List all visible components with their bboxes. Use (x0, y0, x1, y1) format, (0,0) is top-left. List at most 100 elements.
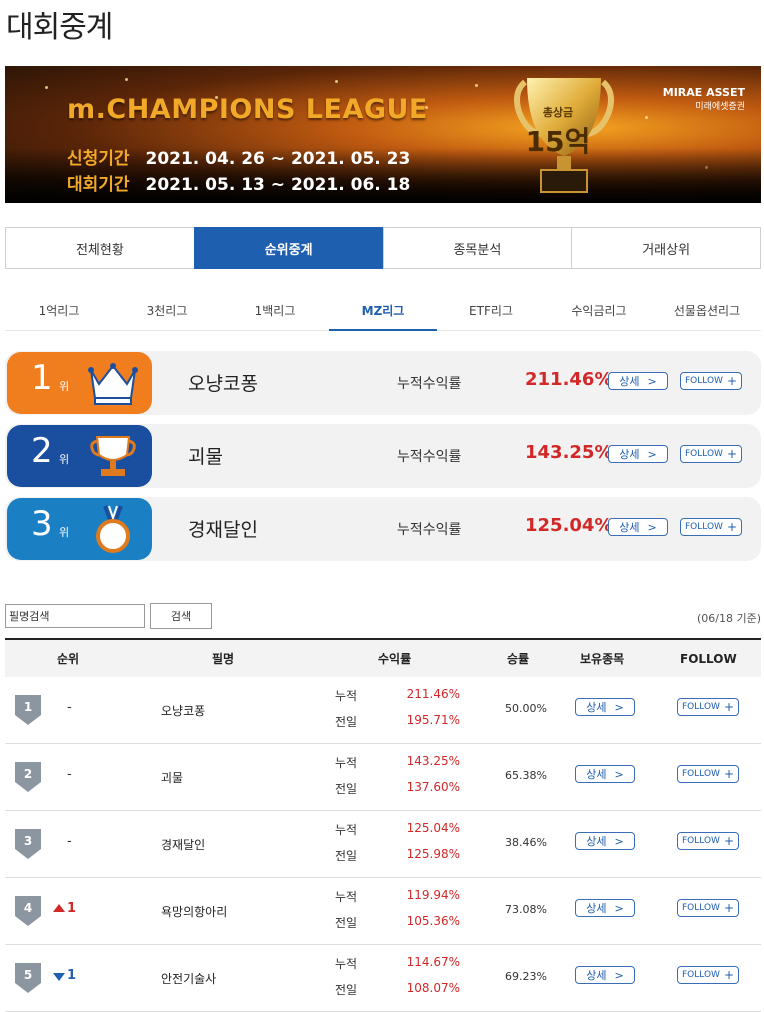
plus-icon: + (723, 834, 734, 848)
cumulative-label: 누적수익률 (397, 522, 462, 538)
apply-period: 2021. 04. 26 ~ 2021. 05. 23 (145, 149, 411, 169)
tab-league-mz[interactable]: MZ리그 (329, 290, 437, 331)
detail-button[interactable]: 상세 > (608, 445, 668, 463)
top-rank-card: 2 위 괴물 누적수익률 143.25% 상세 > FOLLOW + (5, 424, 761, 488)
cumulative-label: 누적수익률 (397, 376, 462, 392)
promo-banner[interactable]: m.CHAMPIONS LEAGUE 신청기간 2021. 04. 26 ~ 2… (5, 66, 761, 203)
banner-title: m.CHAMPIONS LEAGUE (67, 94, 428, 125)
nickname: 경재달인 (161, 838, 206, 852)
tab-league-100m[interactable]: 1억리그 (5, 290, 113, 330)
follow-button[interactable]: FOLLOW + (677, 966, 739, 984)
contest-period-row: 대회기간 2021. 05. 13 ~ 2021. 06. 18 (67, 170, 410, 195)
rank-change: 1 (53, 901, 76, 916)
win-rate: 38.46% (505, 836, 547, 849)
cumulative-return: 143.25% (406, 754, 460, 768)
tab-league-futures[interactable]: 선물옵션리그 (653, 290, 761, 330)
rank-change-value: - (67, 767, 72, 782)
rank-change: 1 (53, 968, 76, 983)
sparkle (475, 84, 478, 87)
tab-top-trades[interactable]: 거래상위 (571, 227, 761, 269)
prize-big: 15억 (525, 125, 591, 158)
cumulative-return: 119.94% (406, 888, 460, 902)
rank-number: 5 (24, 968, 32, 982)
cumulative-return: 114.67% (406, 955, 460, 969)
plus-icon: + (726, 374, 737, 388)
nickname-search-input[interactable] (5, 604, 145, 628)
arrow-down-icon (53, 972, 65, 981)
ranking-table: 순위 필명 수익률 승률 보유종목 FOLLOW 1- 오냥코퐁 누적 전일 211.4… (5, 638, 761, 1012)
follow-button[interactable]: FOLLOW + (680, 445, 742, 463)
apply-period-row: 신청기간 2021. 04. 26 ~ 2021. 05. 23 (67, 144, 410, 169)
detail-label: 상세 (586, 969, 607, 982)
previous-day-return: 125.98% (406, 847, 460, 861)
header-nickname: 필명 (212, 652, 235, 666)
rank-change-value: 1 (67, 901, 77, 916)
top-rank-card: 3 위 경재달인 누적수익률 125.04% 상세 > FOLLOW + (5, 497, 761, 561)
nickname: 안전기술사 (161, 972, 217, 986)
follow-button[interactable]: FOLLOW + (677, 698, 739, 716)
rank-badge-1: 1 위 (7, 352, 152, 414)
rank-number: 2 (31, 431, 53, 471)
follow-label: FOLLOW (681, 903, 720, 913)
holdings-detail-button[interactable]: 상세 > (575, 765, 635, 783)
cumulative-label: 누적수익률 (397, 449, 462, 465)
rank-number: 1 (24, 700, 32, 714)
top-nickname: 괴물 (188, 446, 223, 468)
tab-league-profit[interactable]: 수익금리그 (545, 290, 653, 330)
crown-icon (88, 363, 138, 405)
chevron-right-icon: > (647, 447, 657, 461)
plus-icon: + (726, 447, 737, 461)
chevron-right-icon: > (614, 968, 624, 982)
top-nickname: 경재달인 (188, 519, 258, 541)
tab-league-etf[interactable]: ETF리그 (437, 290, 545, 330)
nickname: 욕망의항아리 (161, 905, 228, 919)
holdings-detail-button[interactable]: 상세 > (575, 899, 635, 917)
sparkle (335, 80, 338, 83)
rank-badge-icon: 2 (15, 762, 41, 792)
win-rate: 65.38% (505, 769, 547, 782)
rank-suffix: 위 (59, 380, 70, 393)
detail-label: 상세 (619, 521, 640, 534)
tab-league-1m[interactable]: 1백리그 (221, 290, 329, 330)
tab-league-30m[interactable]: 3천리그 (113, 290, 221, 330)
rank-badge-icon: 4 (15, 896, 41, 926)
as-of-date: (06/18 기준) (696, 612, 761, 625)
detail-label: 상세 (619, 448, 640, 461)
rank-badge-icon: 3 (15, 829, 41, 859)
follow-button[interactable]: FOLLOW + (677, 899, 739, 917)
follow-button[interactable]: FOLLOW + (677, 765, 739, 783)
table-row: 5 1 안전기술사 누적 전일 114.67% 108.07% 69.23% 상세 > FOLLOW… (5, 945, 761, 1012)
plus-icon: + (723, 767, 734, 781)
cumulative-return: 211.46% (406, 687, 460, 701)
prize-small: 총상금 (542, 106, 574, 119)
rank-suffix: 위 (59, 526, 70, 539)
holdings-detail-button[interactable]: 상세 > (575, 832, 635, 850)
holdings-detail-button[interactable]: 상세 > (575, 966, 635, 984)
follow-button[interactable]: FOLLOW + (677, 832, 739, 850)
detail-button[interactable]: 상세 > (608, 372, 668, 390)
search-button[interactable]: 검색 (150, 603, 212, 629)
detail-button[interactable]: 상세 > (608, 518, 668, 536)
follow-label: FOLLOW (684, 522, 723, 532)
follow-button[interactable]: FOLLOW + (680, 372, 742, 390)
tab-stock-analysis[interactable]: 종목분석 (382, 227, 573, 269)
sparkle (45, 86, 48, 89)
arrow-up-icon (53, 903, 65, 912)
holdings-detail-button[interactable]: 상세 > (575, 698, 635, 716)
tab-ranking[interactable]: 순위중계 (193, 227, 384, 269)
table-row: 2- 괴물 누적 전일 143.25% 137.60% 65.38% 상세 > FOLLOW + (5, 744, 761, 811)
main-tabs: 전체현황 순위중계 종목분석 거래상위 (5, 227, 761, 269)
follow-label: FOLLOW (684, 449, 723, 459)
follow-label: FOLLOW (681, 769, 720, 779)
plus-icon: + (723, 968, 734, 982)
rank-number: 4 (24, 901, 32, 915)
detail-label: 상세 (586, 902, 607, 915)
previous-day-return: 108.07% (406, 981, 460, 995)
plus-icon: + (726, 520, 737, 534)
follow-button[interactable]: FOLLOW + (680, 518, 742, 536)
table-row: 3- 경재달인 누적 전일 125.04% 125.98% 38.46% 상세 > FOLLOW + (5, 811, 761, 878)
chevron-right-icon: > (647, 520, 657, 534)
apply-label: 신청기간 (67, 149, 130, 169)
table-row: 1- 오냥코퐁 누적 전일 211.46% 195.71% 50.00% 상세 > FOLLOW + (5, 677, 761, 744)
tab-overview[interactable]: 전체현황 (5, 227, 195, 269)
